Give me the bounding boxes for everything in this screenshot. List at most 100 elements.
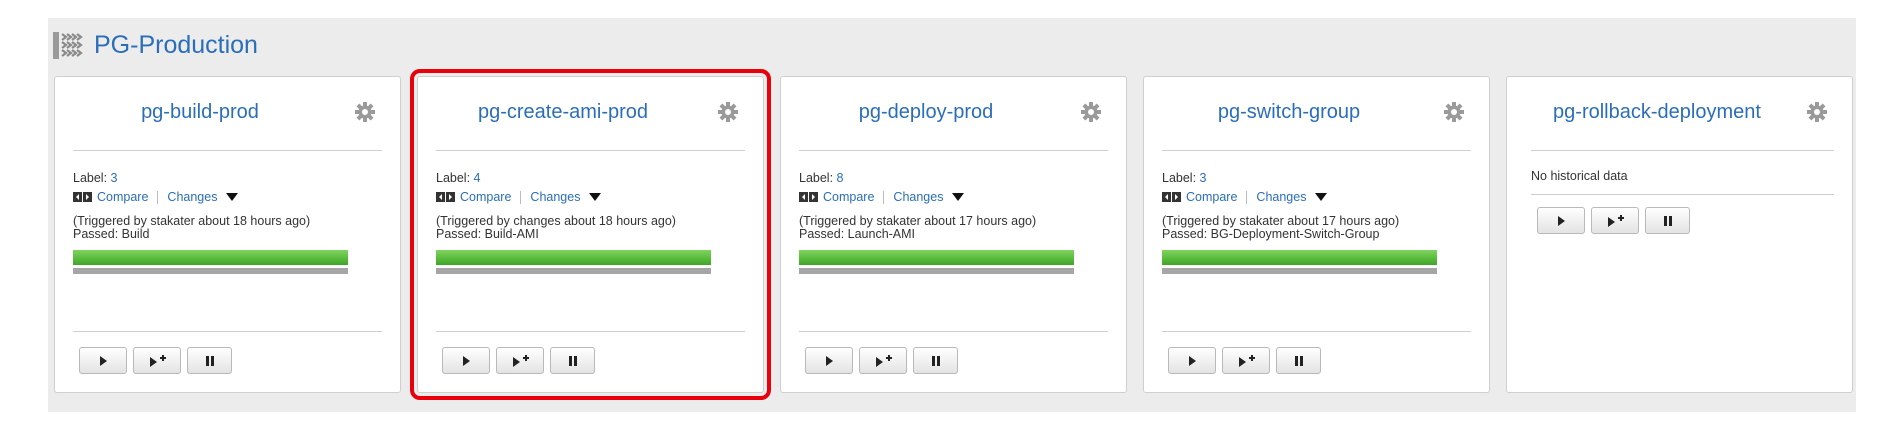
no-history-text: No historical data <box>1531 169 1628 183</box>
trigger-with-options-button[interactable] <box>496 347 544 374</box>
chevron-down-icon[interactable] <box>1315 193 1328 201</box>
play-icon <box>826 355 833 366</box>
pipeline-actions <box>79 347 232 374</box>
label-number-link[interactable]: 4 <box>474 171 481 185</box>
changes-link[interactable]: Changes <box>530 189 580 205</box>
compare-icon[interactable] <box>1162 191 1182 203</box>
play-icon <box>1189 355 1196 366</box>
divider <box>436 331 745 332</box>
play-plus-icon <box>876 354 892 367</box>
passed-text: Passed: Build <box>73 227 150 241</box>
pipeline-info: Label: 8 Compare Changes (Triggered by s… <box>799 170 1099 241</box>
pipeline-actions <box>1168 347 1321 374</box>
label-prefix: Label: <box>73 171 108 185</box>
divider <box>520 190 522 204</box>
trigger-button[interactable] <box>442 347 490 374</box>
label-number-link[interactable]: 3 <box>1200 171 1207 185</box>
compare-link[interactable]: Compare <box>460 189 511 205</box>
compare-link[interactable]: Compare <box>823 189 874 205</box>
compare-link[interactable]: Compare <box>97 189 148 205</box>
label-prefix: Label: <box>1162 171 1197 185</box>
pipeline-name-link[interactable]: pg-rollback-deployment <box>1507 101 1807 124</box>
pipeline-name-link[interactable]: pg-switch-group <box>1144 101 1434 124</box>
pipeline-info: Label: 4 Compare Changes (Triggered by c… <box>436 170 736 241</box>
divider <box>1162 331 1471 332</box>
stage-status-bar[interactable] <box>73 250 348 265</box>
divider <box>1162 150 1471 151</box>
trigger-with-options-button[interactable] <box>859 347 907 374</box>
pipeline-info: Label: 3 Compare Changes (Triggered by s… <box>73 170 373 241</box>
pipeline-info: Label: 3 Compare Changes (Triggered by s… <box>1162 170 1462 241</box>
changes-link[interactable]: Changes <box>1256 189 1306 205</box>
pause-icon <box>568 355 577 366</box>
gear-icon[interactable] <box>354 101 376 123</box>
label-number-link[interactable]: 3 <box>111 171 118 185</box>
pause-icon <box>1663 215 1672 226</box>
divider <box>883 190 885 204</box>
pipeline-card-selected: pg-create-ami-prod Label: 4 Compare Chan… <box>410 69 771 400</box>
pipeline-actions <box>805 347 958 374</box>
stage-status-bar[interactable] <box>1162 250 1437 265</box>
divider <box>157 190 159 204</box>
gear-icon[interactable] <box>1443 101 1465 123</box>
pause-button[interactable] <box>1276 347 1321 374</box>
pause-button[interactable] <box>187 347 232 374</box>
play-plus-icon <box>1239 354 1255 367</box>
progress-bar <box>73 268 348 274</box>
passed-text: Passed: Launch-AMI <box>799 227 916 241</box>
changes-link[interactable]: Changes <box>893 189 943 205</box>
pipeline-card: pg-build-prod Label: 3 Compare Changes (… <box>54 76 401 393</box>
label-prefix: Label: <box>799 171 834 185</box>
divider <box>1246 190 1248 204</box>
chevron-down-icon[interactable] <box>589 193 602 201</box>
play-plus-icon <box>513 354 529 367</box>
pipeline-card: pg-switch-group Label: 3 Compare Changes… <box>1143 76 1490 393</box>
passed-text: Passed: BG-Deployment-Switch-Group <box>1162 227 1380 241</box>
compare-icon[interactable] <box>73 191 93 203</box>
trigger-button[interactable] <box>805 347 853 374</box>
pause-button[interactable] <box>550 347 595 374</box>
chevron-down-icon[interactable] <box>226 193 239 201</box>
stage-status-bar[interactable] <box>436 250 711 265</box>
label-prefix: Label: <box>436 171 471 185</box>
divider <box>73 331 382 332</box>
pipeline-name-link[interactable]: pg-deploy-prod <box>781 101 1071 124</box>
pipeline-card: pg-deploy-prod Label: 8 Compare Changes … <box>780 76 1127 393</box>
progress-bar <box>436 268 711 274</box>
gear-icon[interactable] <box>1080 101 1102 123</box>
trigger-with-options-button[interactable] <box>1591 207 1639 234</box>
group-title[interactable]: PG-Production <box>94 31 258 60</box>
pipeline-name-link[interactable]: pg-create-ami-prod <box>418 101 708 124</box>
pipeline-name-link[interactable]: pg-build-prod <box>55 101 345 124</box>
pause-button[interactable] <box>1645 207 1690 234</box>
pause-icon <box>205 355 214 366</box>
gear-icon[interactable] <box>717 101 739 123</box>
compare-icon[interactable] <box>436 191 456 203</box>
pipeline-actions <box>442 347 595 374</box>
pause-button[interactable] <box>913 347 958 374</box>
compare-link[interactable]: Compare <box>1186 189 1237 205</box>
trigger-button[interactable] <box>1537 207 1585 234</box>
passed-text: Passed: Build-AMI <box>436 227 539 241</box>
divider <box>73 150 382 151</box>
trigger-with-options-button[interactable] <box>1222 347 1270 374</box>
trigger-button[interactable] <box>1168 347 1216 374</box>
group-header: PG-Production <box>52 26 258 64</box>
label-number-link[interactable]: 8 <box>837 171 844 185</box>
divider <box>1531 194 1834 195</box>
gear-icon[interactable] <box>1806 101 1828 123</box>
stage-status-bar[interactable] <box>799 250 1074 265</box>
play-icon <box>1558 215 1565 226</box>
pipeline-actions <box>1537 207 1690 234</box>
play-plus-icon <box>150 354 166 367</box>
divider <box>799 331 1108 332</box>
changes-link[interactable]: Changes <box>167 189 217 205</box>
progress-bar <box>799 268 1074 274</box>
compare-icon[interactable] <box>799 191 819 203</box>
divider <box>436 150 745 151</box>
chevron-down-icon[interactable] <box>952 193 965 201</box>
trigger-with-options-button[interactable] <box>133 347 181 374</box>
divider <box>1531 150 1834 151</box>
progress-bar <box>1162 268 1437 274</box>
trigger-button[interactable] <box>79 347 127 374</box>
